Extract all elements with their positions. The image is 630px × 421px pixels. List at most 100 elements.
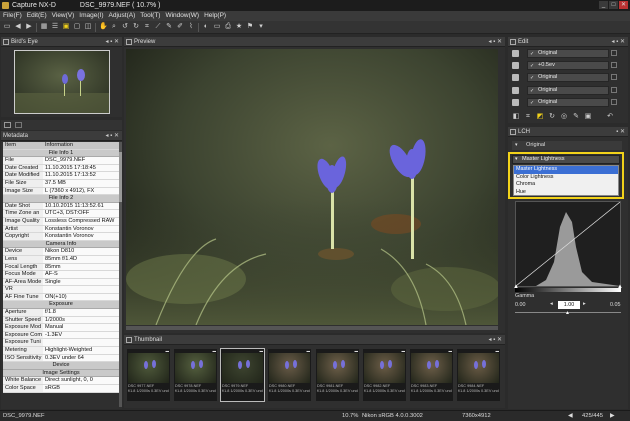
- panel-controls-icon[interactable]: ◂ ▪ ✕: [106, 37, 120, 47]
- thumbnail-item[interactable]: ▬ DSC 9977.NEF f/1.8 1/2000s 0.3EV und...: [127, 349, 170, 401]
- channel-option-hue[interactable]: Hue: [514, 189, 618, 197]
- metadata-row[interactable]: Image Quality Lossless Compressed RAW: [3, 217, 119, 226]
- edit-row-checkbox[interactable]: [611, 87, 617, 93]
- edit-row-exposure[interactable]: ✓ +0.5ev: [510, 61, 618, 70]
- metadata-row[interactable]: ISO Sensitivity 0.3EV under 64: [3, 354, 119, 363]
- panel-controls-icon[interactable]: ▪ ✕: [616, 127, 625, 137]
- black-point-slider-icon[interactable]: ▲: [513, 284, 519, 290]
- highlight-warning-icon[interactable]: ◐: [202, 23, 210, 31]
- channel-option-color-lightness[interactable]: Color Lightness: [514, 174, 618, 182]
- panel-controls-icon[interactable]: ◂ ▪ ✕: [489, 335, 503, 345]
- metadata-row[interactable]: Date Shot 10.10.2015 11:13:52.61: [3, 202, 119, 211]
- metadata-row[interactable]: Date Modified 11.10.2015 17:13:52: [3, 172, 119, 180]
- minimize-button[interactable]: _: [599, 1, 608, 9]
- edit-row-picture-control[interactable]: ✓ Original: [510, 49, 618, 58]
- metadata-row[interactable]: Exposure Mod Manual: [3, 324, 119, 332]
- metadata-row[interactable]: Copyright Konstantin Voronov: [3, 233, 119, 241]
- metadata-row[interactable]: Exposure Tuni: [3, 339, 119, 348]
- filter-icon[interactable]: ▾: [257, 23, 265, 31]
- panel-controls-icon[interactable]: ◂ ▪ ✕: [489, 37, 503, 47]
- edit-row-adjustments[interactable]: ✓ Original: [510, 98, 618, 107]
- eyedropper-icon[interactable]: ✎: [165, 23, 173, 31]
- retouch-tool-icon[interactable]: ◎: [560, 113, 568, 121]
- edit-row-checkbox[interactable]: [611, 62, 617, 68]
- metadata-row[interactable]: VR: [3, 286, 119, 294]
- decrement-icon[interactable]: ◂: [550, 301, 553, 307]
- rotate-left-icon[interactable]: ↺: [121, 23, 129, 31]
- crop-tool-icon[interactable]: ⌗: [524, 113, 532, 121]
- edit-row-lens[interactable]: ✓ Original: [510, 86, 618, 95]
- rotate-tool-icon[interactable]: ↻: [548, 113, 556, 121]
- edit-row-checkbox[interactable]: [611, 99, 617, 105]
- rating-star-icon[interactable]: ★: [235, 23, 243, 31]
- undo-icon[interactable]: ↶: [606, 113, 614, 121]
- metadata-row[interactable]: Date Created 11.10.2015 17:18:45: [3, 164, 119, 173]
- metadata-row[interactable]: Aperture f/1.8: [3, 309, 119, 317]
- metadata-row[interactable]: File Size 37.5 MB: [3, 179, 119, 188]
- metadata-scrollbar-thumb[interactable]: [119, 152, 122, 202]
- thumbnail-item[interactable]: ▬ DSC 9983.NEF f/1.8 1/2000s 0.3EV und...: [410, 349, 453, 401]
- menu-help[interactable]: Help(P): [204, 11, 226, 21]
- metadata-scrollbar[interactable]: [119, 142, 122, 407]
- edit-row-checkbox[interactable]: [611, 74, 617, 80]
- next-image-icon[interactable]: ▶: [610, 411, 614, 421]
- metadata-group-header[interactable]: Device: [3, 362, 119, 370]
- menu-file[interactable]: File(F): [3, 11, 22, 21]
- panel-controls-icon[interactable]: ◂ ▪ ✕: [612, 37, 626, 47]
- metadata-group-header[interactable]: Camera Info: [3, 240, 119, 249]
- increment-icon[interactable]: ▸: [583, 301, 586, 307]
- label-icon[interactable]: ⚑: [246, 23, 254, 31]
- thumbnail-item[interactable]: ▬ DSC 9984.NEF f/1.8 1/2000s 0.3EV und...: [457, 349, 500, 401]
- zoom-tool-icon[interactable]: ⌕: [110, 23, 118, 31]
- thumbnail-item[interactable]: ▬ DSC 9982.NEF f/1.8 1/2000s 0.3EV und...: [363, 349, 406, 401]
- metadata-row[interactable]: Metering Highlight-Weighted: [3, 347, 119, 355]
- menu-tool[interactable]: Tool(T): [140, 11, 160, 21]
- metadata-row[interactable]: Device Nikon D810: [3, 248, 119, 256]
- tab-metadata-icon[interactable]: [4, 122, 11, 128]
- metadata-group-header[interactable]: Image Settings: [3, 369, 119, 378]
- channel-option-chroma[interactable]: Chroma: [514, 181, 618, 189]
- metadata-row[interactable]: File DSC_9979.NEF: [3, 157, 119, 165]
- previous-image-icon[interactable]: ◀: [568, 411, 572, 421]
- white-point-slider-icon[interactable]: ▲: [617, 284, 623, 290]
- brush-tool-icon[interactable]: ✎: [572, 113, 580, 121]
- levels-tool-icon[interactable]: ◩: [536, 113, 544, 121]
- metadata-row[interactable]: AF-Area Mode Single: [3, 278, 119, 287]
- compare-icon[interactable]: ◫: [84, 23, 92, 31]
- metadata-row[interactable]: Focal Length 85mm: [3, 263, 119, 272]
- metadata-row[interactable]: Lens 85mm f/1.4D: [3, 255, 119, 264]
- metadata-row[interactable]: Exposure Com -1.3EV: [3, 331, 119, 340]
- lch-tool-icon[interactable]: ◧: [512, 113, 520, 121]
- panel-controls-icon[interactable]: ◂ ▪ ✕: [106, 131, 120, 141]
- preview-image[interactable]: [126, 49, 498, 325]
- metadata-group-header[interactable]: File Info 2: [3, 195, 119, 203]
- metadata-row[interactable]: Image Size L (7360 x 4912), FX: [3, 187, 119, 196]
- metadata-row[interactable]: Artist Konstantin Voronov: [3, 225, 119, 234]
- thumbnail-item[interactable]: ▬ DSC 9980.NEF f/1.8 1/2000s 0.3EV und...: [268, 349, 311, 401]
- channel-option-master-lightness[interactable]: Master Lightness: [514, 166, 618, 174]
- close-button[interactable]: ✕: [619, 1, 628, 9]
- check-icon[interactable]: ✓: [530, 63, 534, 70]
- channel-select[interactable]: ▾ Master Lightness: [512, 155, 620, 164]
- edit-row-checkbox[interactable]: [611, 50, 617, 56]
- metadata-group-header[interactable]: File Info 1: [3, 149, 119, 158]
- lch-curve-graph[interactable]: [515, 201, 621, 287]
- hand-tool-icon[interactable]: ✋: [99, 23, 108, 31]
- check-icon[interactable]: ✓: [530, 51, 534, 58]
- column-info-header[interactable]: Information: [43, 142, 119, 149]
- straighten-icon[interactable]: ⟋: [154, 23, 162, 31]
- open-folder-icon[interactable]: ▭: [3, 23, 11, 31]
- column-item-header[interactable]: Item: [3, 142, 43, 149]
- back-icon[interactable]: ◀: [14, 23, 22, 31]
- rotate-right-icon[interactable]: ↻: [132, 23, 140, 31]
- metadata-row[interactable]: White Balance Direct sunlight, 0, 0: [3, 377, 119, 385]
- check-icon[interactable]: ✓: [530, 100, 534, 107]
- slideshow-icon[interactable]: ▭: [213, 23, 221, 31]
- menu-image[interactable]: Image(I): [79, 11, 103, 21]
- forward-icon[interactable]: ▶: [25, 23, 33, 31]
- metadata-row[interactable]: Focus Mode AF-S: [3, 271, 119, 279]
- thumbnail-item[interactable]: ▬ DSC 9981.NEF f/1.8 1/2000s 0.3EV und...: [316, 349, 359, 401]
- tab-histogram-icon[interactable]: [15, 122, 22, 128]
- menu-adjust[interactable]: Adjust(A): [109, 11, 136, 21]
- gamma-input[interactable]: 1.00: [558, 301, 580, 309]
